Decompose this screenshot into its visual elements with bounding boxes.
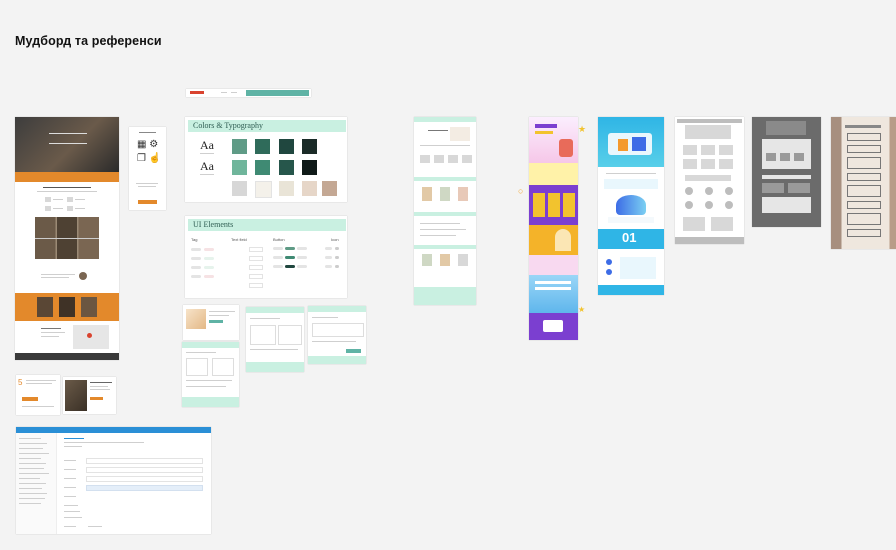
cart-screen[interactable] [308, 306, 366, 364]
avatar [79, 272, 87, 280]
sticker-icon: ★ [578, 124, 587, 134]
color-swatch [255, 160, 270, 175]
hero-number: 01 [622, 230, 637, 245]
color-swatch [255, 181, 272, 198]
mobile-screen-1[interactable] [183, 305, 239, 340]
hero-logo [49, 133, 87, 144]
shop-long-page[interactable] [414, 117, 476, 305]
checkout-screen[interactable] [246, 307, 304, 372]
landing-card-a[interactable]: 5 [16, 375, 60, 415]
promo-long-page[interactable] [529, 117, 578, 340]
color-swatch [232, 160, 247, 175]
restaurant-site-frame[interactable] [15, 117, 119, 360]
color-swatch [302, 160, 317, 175]
colors-typography-frame[interactable]: Colors & Typography Aa Aa [185, 117, 347, 202]
color-swatch [302, 181, 317, 196]
icon-glyph: ▦ ⚙ [137, 139, 159, 150]
color-swatch [279, 181, 294, 196]
wireframe-page-1[interactable] [675, 117, 744, 244]
top-nav-strip[interactable] [186, 89, 311, 97]
column-tag: Tag [191, 237, 198, 242]
color-swatch [302, 139, 317, 154]
orange-band [15, 172, 119, 182]
sketch-photo[interactable] [831, 117, 896, 249]
color-swatch [322, 181, 337, 196]
moodboard-canvas[interactable]: Мудборд та референси ▦ ⚙ ❐ ☝ 5 Colors & … [0, 0, 896, 550]
wireframe-page-dark[interactable] [752, 117, 821, 227]
type-sample-regular: Aa [200, 159, 214, 173]
icon-glyph: ❐ ☝ [137, 153, 162, 164]
blue-landing-page[interactable]: 01 [598, 117, 664, 295]
hero-photo [15, 117, 119, 172]
type-sample-large: Aa [200, 138, 214, 152]
board-title: Мудборд та референси [15, 34, 162, 48]
column-text-field: Text field [231, 237, 247, 242]
color-swatch [232, 139, 247, 154]
admin-panel-frame[interactable] [16, 427, 211, 534]
column-icon: Icon [331, 237, 339, 242]
ui-elements-heading: UI Elements [193, 220, 234, 229]
column-button: Button [273, 237, 285, 242]
color-swatch [255, 139, 270, 154]
icons-card[interactable]: ▦ ⚙ ❐ ☝ [129, 127, 166, 210]
ui-elements-frame[interactable]: UI Elements Tag Text field Button Icon [185, 216, 347, 298]
color-swatch [279, 160, 294, 175]
color-swatch [232, 181, 247, 196]
sticker-icon: ★ [578, 305, 586, 314]
color-swatch [279, 139, 294, 154]
orange-button [138, 200, 157, 204]
colors-typography-heading: Colors & Typography [193, 121, 263, 130]
mobile-screen-2[interactable] [182, 342, 239, 407]
landing-card-b[interactable] [63, 377, 116, 414]
sticker-icon: ○ [518, 186, 524, 196]
